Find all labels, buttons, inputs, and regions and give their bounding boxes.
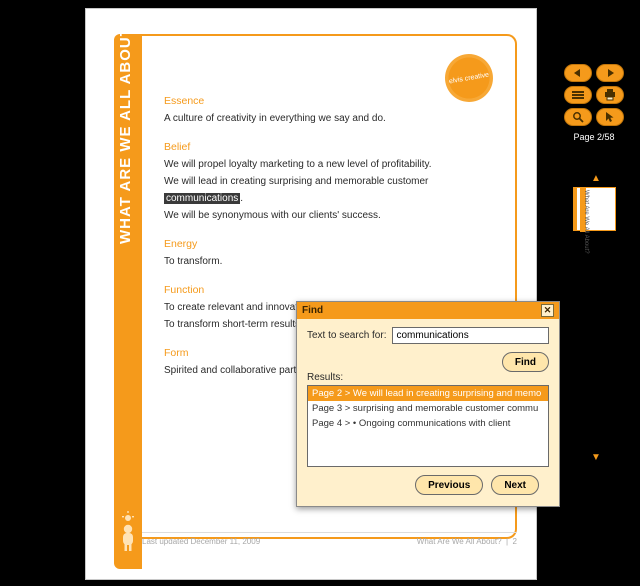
body-text-with-highlight: We will lead in creating surprising and … — [164, 173, 490, 207]
footer-right: What Are We All About? | 2 — [417, 537, 517, 546]
search-label: Text to search for: — [307, 330, 386, 341]
prev-page-button[interactable] — [564, 64, 592, 82]
body-text: A culture of creativity in everything we… — [164, 110, 490, 127]
thumb-scroll-down[interactable]: ▼ — [590, 451, 602, 463]
result-item[interactable]: Page 3 > surprising and memorable custom… — [308, 401, 548, 416]
find-button[interactable]: Find — [502, 352, 549, 372]
contents-button[interactable] — [564, 86, 592, 104]
previous-button[interactable]: Previous — [415, 475, 483, 495]
search-highlight: communications — [164, 193, 240, 204]
section-heading: Energy — [164, 238, 490, 250]
footer-updated: Last updated December 11, 2009 — [142, 537, 260, 546]
search-button[interactable] — [564, 108, 592, 126]
result-item[interactable]: Page 2 > We will lead in creating surpri… — [308, 386, 548, 401]
find-dialog: Find ✕ Text to search for: Find Results:… — [296, 301, 560, 507]
thumb-scroll-up[interactable]: ▲ — [590, 172, 602, 184]
search-input[interactable] — [392, 327, 549, 344]
body-text: We will propel loyalty marketing to a ne… — [164, 156, 490, 173]
close-icon[interactable]: ✕ — [541, 304, 554, 317]
dialog-title: Find — [302, 305, 323, 316]
section-heading: Function — [164, 284, 490, 296]
person-idea-icon — [117, 511, 139, 554]
result-item[interactable]: Page 4 > • Ongoing communications with c… — [308, 416, 548, 431]
section-side-title: WHAT ARE WE ALL ABOUT? — [117, 16, 134, 244]
page-thumbnail[interactable]: What Are We All About? — [576, 187, 616, 231]
page-indicator: Page 2/58 — [558, 132, 630, 142]
cursor-button[interactable] — [596, 108, 624, 126]
body-text: We will be synonymous with our clients' … — [164, 207, 490, 224]
body-text: To transform. — [164, 253, 490, 270]
results-list[interactable]: Page 2 > We will lead in creating surpri… — [307, 385, 549, 467]
thumbnail-strip: ▲ What Are We All About? ▼ — [573, 172, 619, 462]
section-heading: Belief — [164, 141, 490, 153]
print-button[interactable] — [596, 86, 624, 104]
dialog-titlebar[interactable]: Find ✕ — [297, 302, 559, 319]
next-page-button[interactable] — [596, 64, 624, 82]
page-footer: Last updated December 11, 2009 What Are … — [142, 532, 517, 546]
section-side-bar: WHAT ARE WE ALL ABOUT? — [114, 34, 142, 569]
nav-tool-cluster: Page 2/58 — [558, 64, 630, 142]
section-heading: Essence — [164, 95, 490, 107]
next-button[interactable]: Next — [491, 475, 539, 495]
results-label: Results: — [307, 372, 549, 383]
